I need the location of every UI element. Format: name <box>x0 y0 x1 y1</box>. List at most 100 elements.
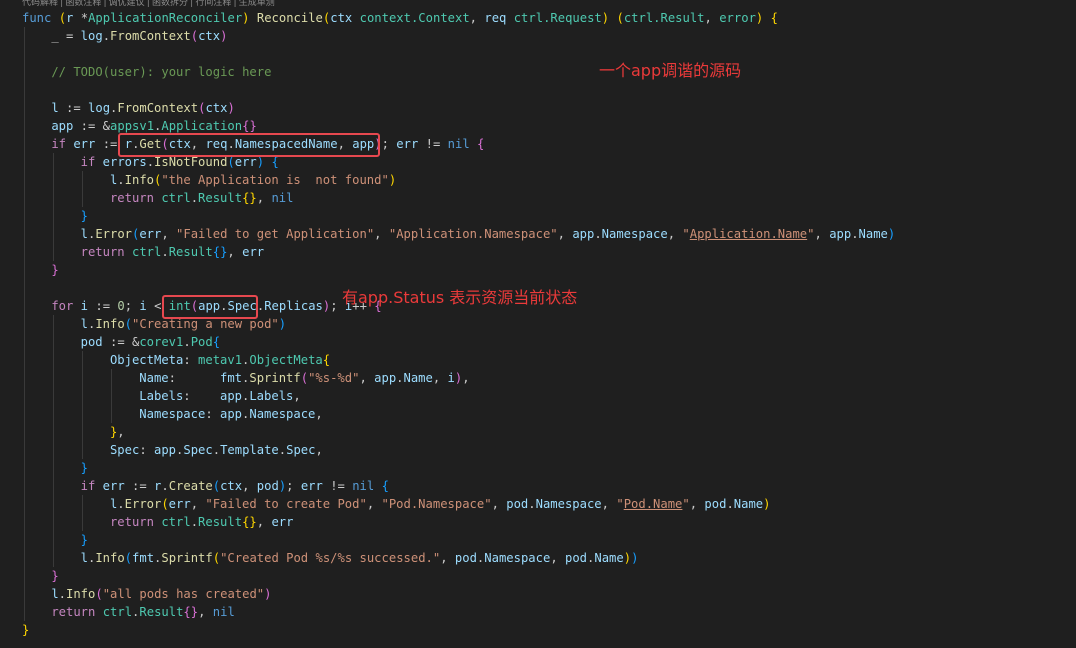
code-token: ) <box>374 137 382 151</box>
indent-guide <box>24 477 25 495</box>
code-token: "Failed to get Application" <box>176 227 375 241</box>
code-token: return <box>109 515 154 529</box>
code-line: l := log.FromContext(ctx) <box>0 99 1076 117</box>
code-token: ( <box>58 11 67 25</box>
indent-guide <box>53 459 54 477</box>
code-token: , <box>359 371 375 385</box>
code-token: return <box>109 191 154 205</box>
code-token: Template <box>220 443 279 457</box>
code-token: err <box>234 155 257 169</box>
code-token: app <box>219 389 242 403</box>
code-line-text: app := &appsv1.Application{} <box>51 117 256 135</box>
code-token: " <box>807 227 815 241</box>
code-token: Name <box>858 227 888 241</box>
indent-guide <box>24 27 25 45</box>
code-token: Info <box>95 551 125 565</box>
code-line: Name: fmt.Sprintf("%s-%d", app.Name, i), <box>0 369 1076 387</box>
code-token: := <box>124 479 155 493</box>
code-token: " <box>682 497 690 511</box>
code-token: fmt <box>220 371 243 385</box>
indent-guide <box>24 171 25 189</box>
code-token: pod <box>565 551 588 565</box>
code-line: _ = log.FromContext(ctx) <box>0 27 1076 45</box>
code-token: ) <box>256 155 265 169</box>
code-token: ; <box>286 479 301 493</box>
indent-guide <box>82 171 83 189</box>
indent-guide <box>82 513 83 531</box>
code-token: Error <box>95 227 132 241</box>
code-token: ( <box>212 551 221 565</box>
indent-guide <box>24 189 25 207</box>
code-line-text: l.Info("the Application is not found") <box>110 171 396 189</box>
code-token: ( <box>161 137 169 151</box>
code-token: ( <box>212 479 221 493</box>
code-token: ctx <box>330 11 353 25</box>
code-token: ctrl <box>102 605 133 619</box>
code-token: } <box>22 623 30 637</box>
code-token: Result <box>139 605 184 619</box>
code-line-text: for i := 0; i < int(app.Spec.Replicas); … <box>51 297 381 315</box>
code-token: ctrl <box>161 191 191 205</box>
code-token: "the Application is not found" <box>161 173 389 187</box>
code-token: . <box>212 443 221 457</box>
code-token: app <box>220 407 243 421</box>
indent-guide <box>53 477 54 495</box>
code-token: err <box>300 479 323 493</box>
code-token: {} <box>242 119 257 133</box>
code-token: : <box>205 407 220 421</box>
code-line <box>0 45 1076 63</box>
code-token: . <box>594 227 602 241</box>
indent-guide <box>24 405 25 423</box>
code-token: , <box>601 497 617 511</box>
codelens-bar[interactable]: 代码解释 | 函数注释 | 调优建议 | 函数拆分 | 行间注释 | 生成单测 <box>22 0 275 8</box>
code-token: . <box>117 173 125 187</box>
code-token: {} <box>242 515 257 529</box>
code-token: , <box>667 227 683 241</box>
indent-guide <box>53 315 54 333</box>
code-line: return ctrl.Result{}, nil <box>0 189 1076 207</box>
code-token: app <box>51 119 74 133</box>
code-token: ) <box>388 173 397 187</box>
code-token: return <box>51 605 96 619</box>
code-token: return <box>80 245 125 259</box>
indent-guide <box>53 531 54 549</box>
code-token: . <box>183 335 191 349</box>
indent-guide <box>53 513 54 531</box>
indent-guide <box>24 531 25 549</box>
indent-guide <box>24 297 25 315</box>
indent-guide <box>111 405 112 423</box>
indent-guide <box>53 351 54 369</box>
indent-guide <box>24 513 25 531</box>
code-token: , <box>462 371 470 385</box>
code-token: Namespace <box>139 407 206 421</box>
code-line: l.Error(err, "Failed to get Application"… <box>0 225 1076 243</box>
code-line-text: Labels: app.Labels, <box>139 387 300 405</box>
code-token: Namespace <box>535 497 602 511</box>
code-token: app <box>154 443 177 457</box>
code-token: ) <box>242 11 250 25</box>
code-line: return ctrl.Result{}, nil <box>0 603 1076 621</box>
code-token: for <box>51 299 74 313</box>
code-token: } <box>80 533 88 547</box>
code-token: , <box>557 227 573 241</box>
code-line-text: } <box>51 261 58 279</box>
code-token: IsNotFound <box>154 155 228 169</box>
code-line-text: pod := &corev1.Pod{ <box>81 333 220 351</box>
indent-guide <box>24 315 25 333</box>
code-token: Info <box>66 587 96 601</box>
code-editor[interactable]: func (r *ApplicationReconciler) Reconcil… <box>0 9 1076 639</box>
code-line: ObjectMeta: metav1.ObjectMeta{ <box>0 351 1076 369</box>
code-token: appsv1 <box>110 119 155 133</box>
indent-guide <box>82 423 83 441</box>
indent-guide <box>24 117 25 135</box>
code-token: ctx <box>168 137 191 151</box>
code-token: . <box>102 29 111 43</box>
code-token: } <box>80 209 88 223</box>
code-line: Spec: app.Spec.Template.Spec, <box>0 441 1076 459</box>
code-token: l <box>80 317 88 331</box>
